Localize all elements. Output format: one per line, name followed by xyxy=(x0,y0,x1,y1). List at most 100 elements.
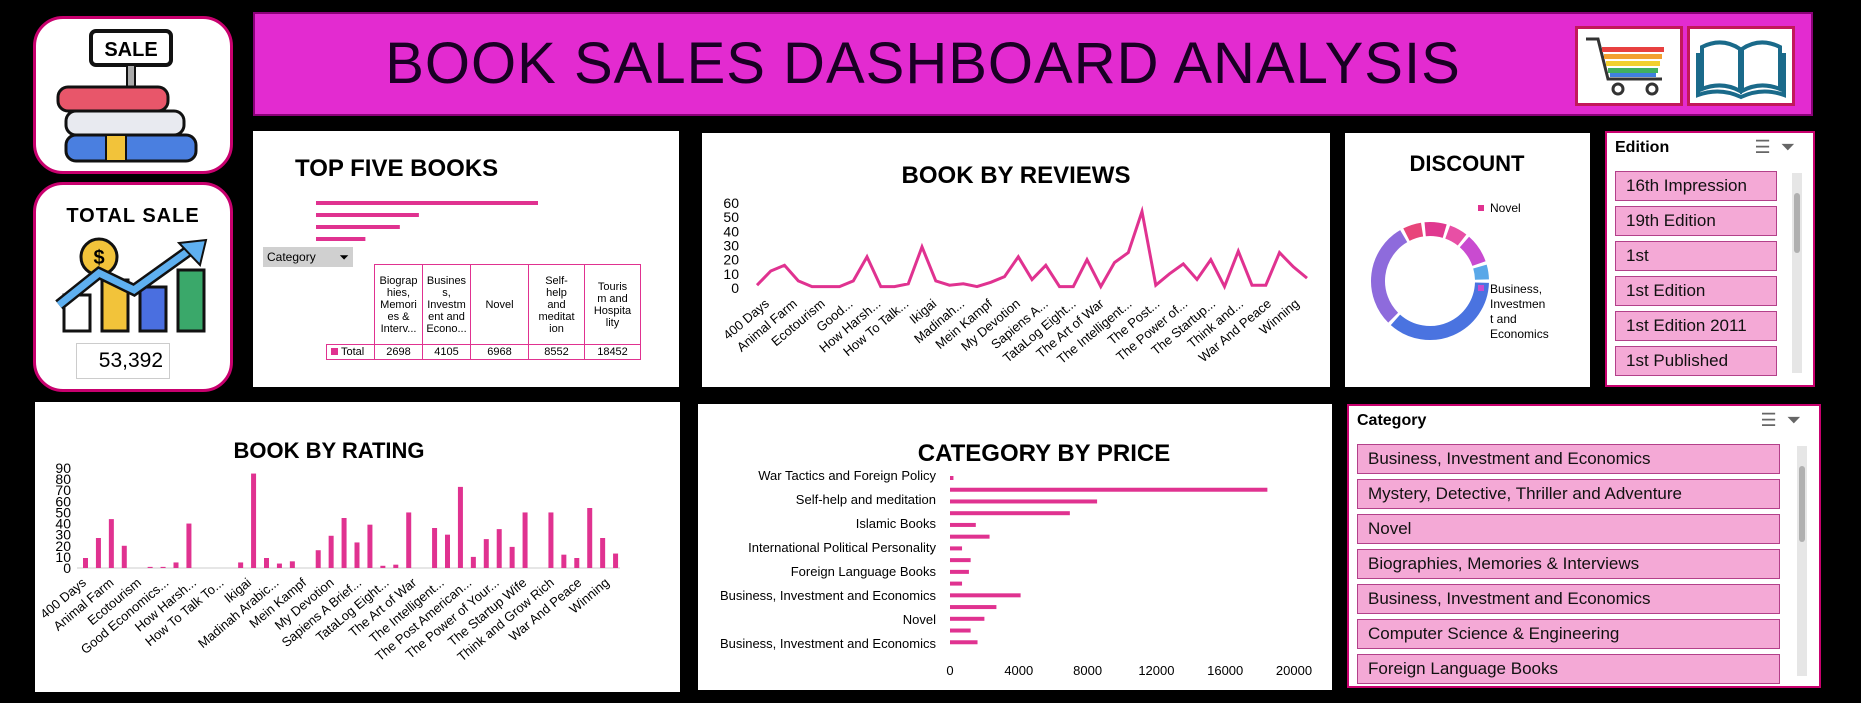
y-tick-label: Self-help and meditation xyxy=(796,492,936,507)
bar xyxy=(600,538,606,568)
y-tick-label: 90 xyxy=(55,460,71,476)
column-header-line: s, xyxy=(442,286,451,299)
bar xyxy=(574,558,580,568)
legend-label: Investmen xyxy=(1490,297,1545,311)
discount-donut-chart: DISCOUNT Novel Business,Investment andEcon… xyxy=(1371,151,1549,341)
column-header: Busines s, Investm ent and Econo... xyxy=(422,264,471,345)
bar xyxy=(457,486,463,568)
bar xyxy=(367,524,373,568)
column-header: Self-help and meditat ion xyxy=(528,264,585,345)
column-header-line: hies, xyxy=(386,286,411,299)
column-header-line: Self- xyxy=(545,274,568,287)
pie-slice xyxy=(1473,264,1489,280)
bar xyxy=(173,562,179,568)
bar xyxy=(328,535,334,568)
shopping-cart-icon xyxy=(1575,26,1683,106)
book-by-rating-panel: BOOK BY RATING 0 10 20 30 40 50 60 70 80 90 400 Day… xyxy=(35,402,680,692)
multi-select-icon[interactable]: ☰ xyxy=(1760,410,1786,430)
column-header-line: es & xyxy=(387,310,410,323)
legend-label: Novel xyxy=(1490,201,1521,215)
legend-label: t and xyxy=(1490,312,1517,326)
edition-slicer-item[interactable]: 1st xyxy=(1615,241,1777,271)
bar xyxy=(950,546,963,551)
y-tick-label: Foreign Language Books xyxy=(791,564,937,579)
bar xyxy=(238,562,244,568)
book-by-reviews-panel: BOOK BY REVIEWS 0 10 20 30 40 50 60 400 Days Anim… xyxy=(702,133,1330,387)
y-tick-label: 30 xyxy=(723,238,739,254)
category-slicer-item[interactable]: Computer Science & Engineering xyxy=(1357,619,1780,649)
y-tick-label: Business, Investment and Economics xyxy=(720,588,937,603)
edition-scrollbar[interactable] xyxy=(1792,173,1802,373)
column-header-line: Hospita xyxy=(593,304,632,317)
books-sale-icon: SALE xyxy=(56,29,198,163)
top-five-books-panel: TOP FIVE BOOKS Category ⏷ Biograp hies, Me… xyxy=(253,131,679,387)
chart-title: DISCOUNT xyxy=(1410,151,1525,176)
column-header-line: Memori xyxy=(380,298,417,311)
column-header-line: Interv... xyxy=(380,322,417,335)
category-slicer-item[interactable]: Biographies, Memories & Interviews xyxy=(1357,549,1780,579)
category-slicer-item[interactable]: Business, Investment and Economics xyxy=(1357,584,1780,614)
bar xyxy=(186,523,192,568)
sale-logo: SALE xyxy=(33,16,233,174)
bar xyxy=(264,558,269,568)
y-tick-label: Business, Investment and Economics xyxy=(720,636,937,651)
bar xyxy=(509,546,515,568)
total-sale-title: TOTAL SALE xyxy=(66,205,200,227)
bar xyxy=(561,554,567,568)
edition-slicer-item[interactable]: 1st Published xyxy=(1615,346,1777,376)
category-slicer-item[interactable]: Mystery, Detective, Thriller and Adventu… xyxy=(1357,479,1780,509)
y-tick-label: 0 xyxy=(731,280,739,296)
bar xyxy=(316,237,366,241)
table-header-row: Biograp hies, Memori es & Interv... Busines s… xyxy=(327,264,641,345)
column-header: Touris m and Hospita lity xyxy=(584,264,641,345)
edition-slicer-item[interactable]: 16th Impression xyxy=(1615,171,1777,201)
column-header: Biograp hies, Memori es & Interv... xyxy=(374,264,423,345)
column-header-line: lity xyxy=(605,316,620,329)
bar xyxy=(496,529,502,568)
category-slicer-item[interactable]: Business, Investment and Economics xyxy=(1357,444,1780,474)
edition-slicer-item[interactable]: 1st Edition 2011 xyxy=(1615,311,1777,341)
table-cell: 6968 xyxy=(470,344,529,360)
table-cell: 18452 xyxy=(584,344,641,360)
bar xyxy=(950,487,1268,492)
bar xyxy=(108,519,114,568)
bar xyxy=(147,566,153,568)
clear-filter-icon[interactable]: ⏷ xyxy=(1781,137,1805,157)
price-bar-chart: CATEGORY BY PRICEWar Tactics and Foreign… xyxy=(720,440,1312,678)
total-sale-value: 53,392 xyxy=(76,343,170,379)
column-header-line: ent and xyxy=(428,310,465,323)
series-line xyxy=(755,205,1308,291)
total-sale-card: TOTAL SALE $ 53,392 xyxy=(33,182,233,392)
column-header-line: Investm xyxy=(427,298,466,311)
open-book-icon xyxy=(1687,26,1795,106)
category-slicer-item[interactable]: Foreign Language Books xyxy=(1357,654,1780,684)
category-slicer-item[interactable]: Novel xyxy=(1357,514,1780,544)
bar xyxy=(354,542,360,568)
edition-slicer-item[interactable]: 1st Edition xyxy=(1615,276,1777,306)
y-tick-label: 10 xyxy=(723,266,739,282)
table-cell: 2698 xyxy=(374,344,423,360)
page-title: BOOK SALES DASHBOARD ANALYSIS xyxy=(385,31,1461,96)
column-header-line: Econo... xyxy=(426,322,467,335)
row-label: Total xyxy=(326,344,375,360)
category-scrollbar[interactable] xyxy=(1797,446,1807,676)
bar xyxy=(587,508,593,568)
bar xyxy=(160,566,166,568)
bar xyxy=(950,616,985,621)
bar xyxy=(950,534,990,539)
bar xyxy=(950,628,971,633)
pie-slice xyxy=(1445,225,1467,246)
edition-slicer-item[interactable]: 19th Edition xyxy=(1615,206,1777,236)
column-header-line: Biograp xyxy=(379,274,418,287)
table-row: Total 2698 4105 6968 8552 18452 xyxy=(326,344,641,360)
category-filter-label: Category xyxy=(267,250,316,264)
multi-select-icon[interactable]: ☰ xyxy=(1754,137,1780,157)
clear-filter-icon[interactable]: ⏷ xyxy=(1787,410,1811,430)
x-tick-label: 16000 xyxy=(1207,663,1243,678)
bar xyxy=(251,473,257,568)
chart-title: CATEGORY BY PRICE xyxy=(918,440,1171,467)
category-slicer: Category ☰⏷ Business, Investment and Eco… xyxy=(1347,404,1821,688)
pie-slice xyxy=(1424,222,1447,238)
bar xyxy=(289,561,295,568)
y-tick-label: 50 xyxy=(723,209,739,225)
